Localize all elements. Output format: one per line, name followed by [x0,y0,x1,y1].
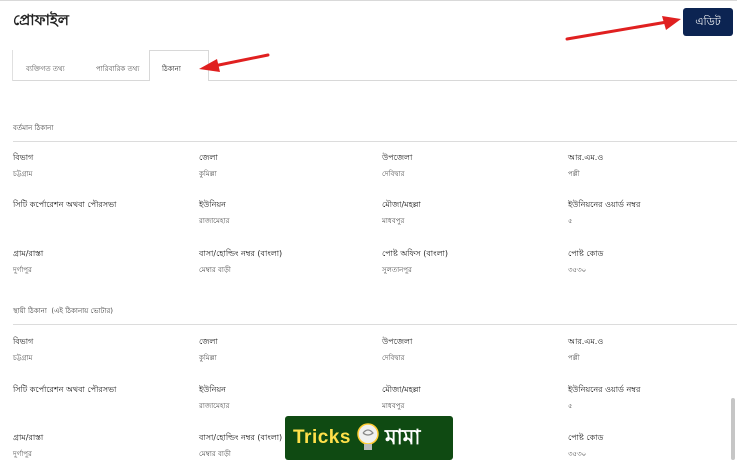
permanent-address-heading: স্থায়ী ঠিকানা (এই ঠিকানায় ভোটার) [13,307,114,315]
field-rmo: আর.এম.ও পল্লী [568,337,604,362]
field-district: জেলা কুমিল্লা [199,153,218,178]
field-union: ইউনিয়ন রাজামেহার [199,385,230,410]
field-village-road: গ্রাম/রাস্তা দুর্গাপুর [13,433,44,458]
voter-address-note: (এই ঠিকানায় ভোটার) [51,307,114,315]
field-upazila: উপজেলা দেবিদ্বার [382,153,413,178]
field-city-corporation: সিটি কর্পোরেশন অথবা পৌরসভা [13,385,117,394]
top-border [0,0,737,1]
field-post-office: পোষ্ট অফিস (বাংলা) সুলতানপুর [382,249,448,274]
field-division: বিভাগ চট্টগ্রাম [13,153,34,178]
tab-personal-info[interactable]: ব্যক্তিগত তথ্য [26,63,65,75]
field-rmo: আর.এম.ও পল্লী [568,153,604,178]
field-ward-number: ইউনিয়নের ওয়ার্ড নম্বর ৫ [568,200,641,225]
field-village-road: গ্রাম/রাস্তা দুর্গাপুর [13,249,44,274]
watermark-right-text: মামা [384,425,421,449]
field-upazila: উপজেলা দেবিদ্বার [382,337,413,362]
page-title: প্রোফাইল [13,11,69,29]
lightbulb-icon [357,423,379,450]
field-mouza: মৌজা/মহল্লা মাধবপুর [382,385,421,410]
field-ward-number: ইউনিয়নের ওয়ার্ড নম্বর ৫ [568,385,641,410]
watermark-left-text: Tricks [293,427,351,448]
scrollbar[interactable] [731,398,735,460]
tab-address[interactable]: ঠিকানা [162,63,181,75]
field-union: ইউনিয়ন রাজামেহার [199,200,230,225]
annotation-arrow-tab [199,53,270,72]
tab-family-info[interactable]: পারিবারিক তথ্য [96,63,139,75]
field-mouza: মৌজা/মহল্লা মাধবপুর [382,200,421,225]
field-division: বিভাগ চট্টগ্রাম [13,337,34,362]
edit-button[interactable]: এডিট [683,8,733,36]
field-house-number: বাসা/হোল্ডিং নম্বর (বাংলা) মেম্বার বাড়ী [199,249,283,274]
field-city-corporation: সিটি কর্পোরেশন অথবা পৌরসভা [13,200,117,209]
annotation-arrow-edit [565,16,681,41]
watermark-logo: Tricks মামা [285,416,453,460]
section-divider [13,141,737,142]
field-post-code: পোষ্ট কোড ৩৫৩০ [568,249,604,274]
section-divider [13,324,737,325]
tab-bar: ব্যক্তিগত তথ্য পারিবারিক তথ্য ঠিকানা [12,50,737,81]
field-district: জেলা কুমিল্লা [199,337,218,362]
present-address-heading: বর্তমান ঠিকানা [13,124,54,132]
field-post-code: পোষ্ট কোড ৩৫৩০ [568,433,604,458]
